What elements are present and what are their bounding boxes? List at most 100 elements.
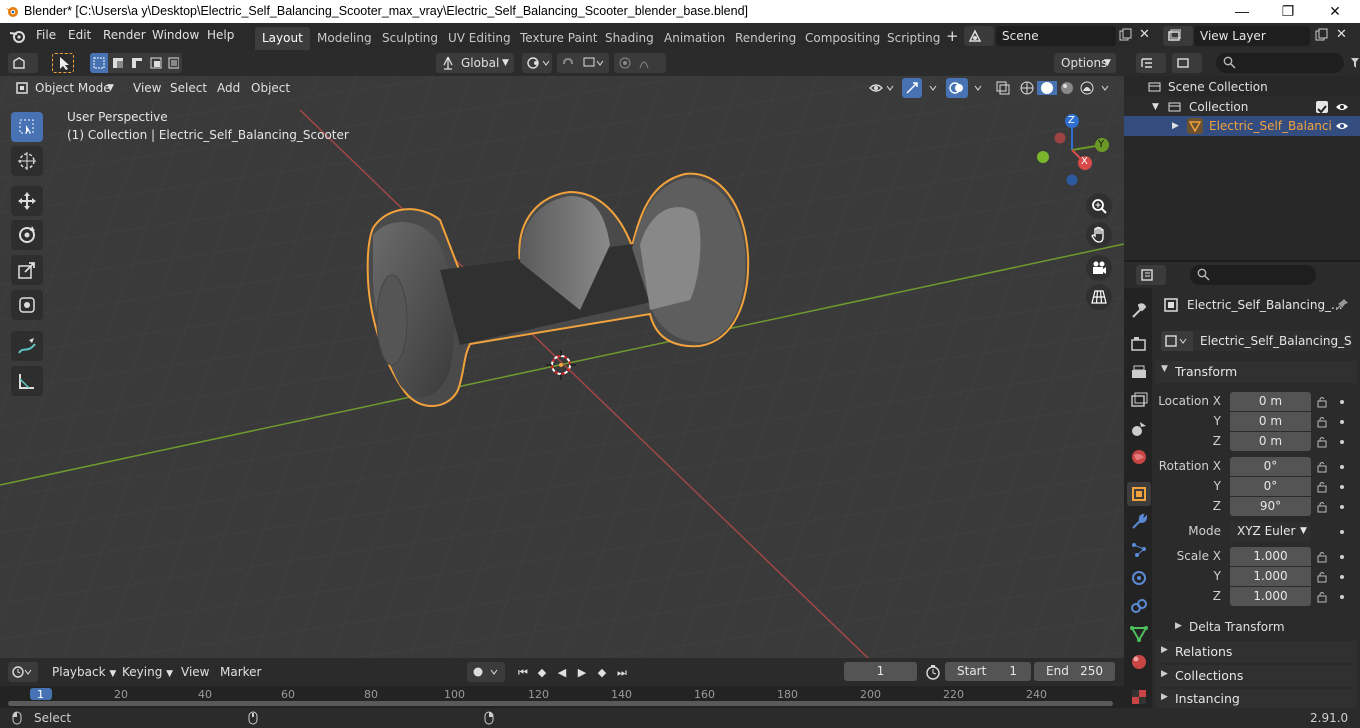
viewport-menu-view[interactable]: View bbox=[127, 78, 167, 98]
tab-layout[interactable]: Layout bbox=[255, 27, 310, 50]
transform-tool[interactable] bbox=[11, 290, 43, 320]
mesh-data-dropdown[interactable] bbox=[1161, 331, 1193, 351]
transform-panel-header[interactable]: ▼ Transform bbox=[1155, 361, 1357, 383]
keyframe-dot[interactable] bbox=[1340, 440, 1344, 444]
pan-button[interactable] bbox=[1086, 222, 1112, 248]
properties-search-input[interactable] bbox=[1190, 265, 1316, 285]
pivot-point-dropdown[interactable] bbox=[522, 53, 552, 73]
scene-name-field[interactable]: Scene bbox=[996, 26, 1116, 46]
measure-tool[interactable] bbox=[11, 366, 43, 396]
properties-editor-type[interactable] bbox=[1136, 265, 1166, 285]
maximize-button[interactable]: ❐ bbox=[1265, 0, 1311, 23]
location-x-field[interactable]: 0 m bbox=[1230, 392, 1311, 411]
modifiers-wrench-icon[interactable] bbox=[1128, 511, 1150, 533]
snap-group[interactable] bbox=[557, 53, 609, 73]
prev-keyframe-icon[interactable]: ◆ bbox=[533, 664, 551, 681]
end-frame-field[interactable]: End 250 bbox=[1034, 662, 1115, 681]
collection-checkbox[interactable] bbox=[1316, 101, 1328, 114]
location-y-field[interactable]: 0 m bbox=[1230, 412, 1311, 431]
rotate-tool[interactable] bbox=[11, 220, 43, 250]
view-layer-name-field[interactable]: View Layer bbox=[1194, 26, 1310, 46]
transform-orientation-dropdown[interactable]: Global ▼ bbox=[436, 53, 514, 73]
rotation-mode-dropdown[interactable]: XYZ Euler ▼ bbox=[1230, 522, 1311, 541]
keyframe-dot[interactable] bbox=[1340, 505, 1344, 509]
scale-z-field[interactable]: 1.000 bbox=[1230, 587, 1311, 606]
mesh-data-name-field[interactable]: Electric_Self_Balancing_Sco... bbox=[1193, 331, 1352, 351]
tab-modeling[interactable]: Modeling bbox=[310, 27, 379, 50]
lock-icon[interactable] bbox=[1316, 436, 1328, 448]
camera-view-button[interactable] bbox=[1086, 255, 1112, 281]
current-frame-field[interactable]: 1 bbox=[844, 662, 917, 681]
gizmo-dropdown[interactable] bbox=[902, 78, 942, 98]
select-box-tool[interactable] bbox=[11, 112, 43, 142]
annotate-tool[interactable] bbox=[11, 331, 43, 361]
delete-view-layer-icon[interactable]: ✕ bbox=[1336, 27, 1347, 42]
selection-mode-group[interactable] bbox=[90, 53, 182, 73]
timeline-editor-type[interactable] bbox=[8, 662, 38, 682]
lock-icon[interactable] bbox=[1316, 551, 1328, 563]
scene-selector[interactable] bbox=[964, 26, 994, 46]
xray-toggle-icon[interactable] bbox=[996, 81, 1010, 95]
relations-panel-header[interactable]: ▶ Relations bbox=[1155, 641, 1357, 663]
keyframe-dot[interactable] bbox=[1340, 485, 1344, 489]
proportional-editing-group[interactable] bbox=[614, 53, 666, 73]
delete-scene-icon[interactable]: ✕ bbox=[1139, 27, 1150, 42]
lock-icon[interactable] bbox=[1316, 501, 1328, 513]
move-tool[interactable] bbox=[11, 186, 43, 216]
scene-tab-icon[interactable] bbox=[1128, 418, 1150, 440]
stopwatch-icon[interactable] bbox=[925, 664, 941, 680]
render-tab-icon[interactable] bbox=[1128, 334, 1150, 356]
blender-menu-icon[interactable] bbox=[9, 28, 27, 44]
new-scene-icon[interactable] bbox=[1118, 28, 1132, 42]
view-layer-selector[interactable] bbox=[1163, 26, 1193, 46]
next-keyframe-icon[interactable]: ◆ bbox=[593, 664, 611, 681]
select-tweak-icon[interactable] bbox=[52, 53, 74, 73]
tool-settings-tab-icon[interactable] bbox=[1128, 300, 1150, 322]
object-mode-dropdown[interactable]: Object Mode ▼ bbox=[10, 78, 118, 98]
editor-type-dropdown[interactable] bbox=[8, 53, 38, 73]
viewport-menu-add[interactable]: Add bbox=[211, 78, 246, 98]
object-tab-icon[interactable] bbox=[1128, 483, 1150, 505]
start-frame-field[interactable]: Start 1 bbox=[945, 662, 1031, 681]
3d-viewport[interactable]: Z Y X User Perspective (1) Collection | … bbox=[0, 50, 1124, 658]
texture-tab-icon[interactable] bbox=[1128, 686, 1150, 708]
outliner-row-scooter-object[interactable]: ▶ Electric_Self_Balanci bbox=[1124, 116, 1360, 136]
physics-tab-icon[interactable] bbox=[1128, 567, 1150, 589]
add-workspace-button[interactable]: + bbox=[946, 27, 959, 45]
tab-shading[interactable]: Shading bbox=[598, 27, 661, 50]
constraints-tab-icon[interactable] bbox=[1128, 595, 1150, 617]
outliner-search-input[interactable] bbox=[1216, 53, 1344, 73]
lock-icon[interactable] bbox=[1316, 591, 1328, 603]
outliner-row-collection[interactable]: ▼ Collection bbox=[1124, 97, 1360, 117]
auto-keying-group[interactable] bbox=[467, 662, 505, 682]
rotation-x-field[interactable]: 0° bbox=[1230, 457, 1311, 476]
output-tab-icon[interactable] bbox=[1128, 362, 1150, 384]
options-dropdown[interactable]: Options ▼ bbox=[1054, 53, 1116, 73]
menu-edit[interactable]: Edit bbox=[68, 28, 91, 42]
keyframe-dot[interactable] bbox=[1340, 530, 1344, 534]
lock-icon[interactable] bbox=[1316, 461, 1328, 473]
tab-animation[interactable]: Animation bbox=[657, 27, 732, 50]
viewport-menu-select[interactable]: Select bbox=[164, 78, 213, 98]
keyframe-dot[interactable] bbox=[1340, 555, 1344, 559]
lock-icon[interactable] bbox=[1316, 571, 1328, 583]
lock-icon[interactable] bbox=[1316, 416, 1328, 428]
tab-rendering[interactable]: Rendering bbox=[728, 27, 803, 50]
object-data-tab-icon[interactable] bbox=[1128, 623, 1150, 645]
timeline-scrollbar[interactable] bbox=[8, 701, 1113, 706]
jump-end-icon[interactable]: ⏭ bbox=[613, 664, 631, 681]
tab-compositing[interactable]: Compositing bbox=[798, 27, 887, 50]
particles-tab-icon[interactable] bbox=[1128, 539, 1150, 561]
expand-object-arrow-icon[interactable]: ▶ bbox=[1172, 116, 1179, 136]
lock-icon[interactable] bbox=[1316, 396, 1328, 408]
timeline-view-menu[interactable]: View bbox=[175, 662, 215, 682]
world-tab-icon[interactable] bbox=[1128, 446, 1150, 468]
object-name-field[interactable]: Electric_Self_Balancing_... bbox=[1187, 298, 1343, 312]
play-icon[interactable]: ▶ bbox=[573, 664, 591, 681]
keyframe-dot[interactable] bbox=[1340, 400, 1344, 404]
close-button[interactable]: ✕ bbox=[1312, 0, 1358, 23]
rotation-z-field[interactable]: 90° bbox=[1230, 497, 1311, 516]
tab-scripting[interactable]: Scripting bbox=[880, 27, 947, 50]
cursor-tool[interactable] bbox=[11, 146, 43, 176]
collection-visibility-eye-icon[interactable] bbox=[1335, 101, 1349, 113]
